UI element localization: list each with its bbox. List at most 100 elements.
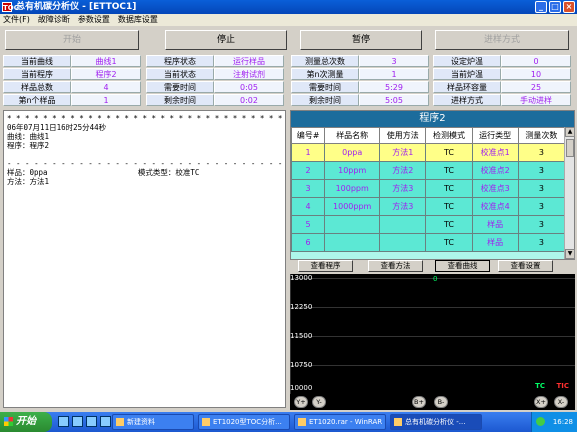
- status-value: 手动进样: [501, 94, 571, 106]
- menu-parameters[interactable]: 参数设置: [78, 14, 110, 26]
- table-row[interactable]: 5 TC 样品 3: [290, 215, 566, 234]
- scroll-down-icon[interactable]: ▼: [565, 249, 575, 259]
- y-zoom-in-button[interactable]: Y+: [294, 396, 308, 408]
- task-button[interactable]: ET1020型TOC分析...: [198, 414, 290, 430]
- view-settings-button[interactable]: 查看设置: [498, 260, 553, 272]
- grid-line: [290, 307, 575, 308]
- table-cell: [379, 233, 427, 252]
- status-value: 4: [71, 81, 141, 93]
- network-icon[interactable]: [536, 417, 545, 426]
- x-zoom-in-button[interactable]: X+: [534, 396, 548, 408]
- table-row[interactable]: 1 0ppa 方法1 TC 校准点1 3: [290, 143, 566, 162]
- title-bar[interactable]: TOC 总有机碳分析仪 - [ETTOC1] _ □ ×: [0, 0, 577, 14]
- table-row[interactable]: 2 10ppm 方法2 TC 校准点2 3: [290, 161, 566, 180]
- clock[interactable]: 16:28: [553, 418, 573, 426]
- table-scrollbar[interactable]: ▲ ▼: [564, 127, 575, 259]
- program-panel: 程序2 编号# 样品名称 使用方法 检测模式 运行类型 测量次数 1 0ppa 方法…: [290, 110, 575, 260]
- table-cell: 100ppm: [324, 179, 381, 198]
- desktop-icon[interactable]: [72, 416, 83, 427]
- report-panel[interactable]: * * * * * * * * * * * * * * * * * * * * …: [3, 110, 286, 408]
- status-column-2: 程序状态 运行样品 当前状态 注射试剂 需要时间 0:05 剩余时间 0:02: [146, 55, 286, 107]
- table-cell: 方法3: [379, 197, 427, 216]
- folder-icon: [116, 418, 124, 426]
- status-label: 当前程序: [3, 68, 71, 80]
- status-label: 进样方式: [433, 94, 501, 106]
- task-label: 新建资料: [127, 418, 155, 426]
- table-cell: 4: [290, 197, 326, 216]
- table-cell: [379, 215, 427, 234]
- table-cell: 3: [517, 143, 566, 162]
- y-tick-label: 10000: [290, 384, 313, 392]
- scroll-up-icon[interactable]: ▲: [565, 127, 575, 137]
- table-row[interactable]: 3 100ppm 方法3 TC 校准点3 3: [290, 179, 566, 198]
- zoom-controls: Y+ Y- B+ B- X+ X-: [290, 394, 575, 410]
- ie-icon[interactable]: [58, 416, 69, 427]
- view-method-button[interactable]: 查看方法: [368, 260, 423, 272]
- status-value: 运行样品: [214, 55, 284, 67]
- status-label: 样品总数: [3, 81, 71, 93]
- table-cell: 校准点2: [471, 161, 519, 180]
- toolbar: 开始 停止 暂停 进样方式: [0, 27, 577, 51]
- status-label: 剩余时间: [146, 94, 214, 106]
- report-stars: * * * * * * * * * * * * * * * * * * * * …: [7, 114, 283, 123]
- status-value: 0:05: [214, 81, 284, 93]
- table-cell: 3: [517, 233, 566, 252]
- x-zoom-out-button[interactable]: X-: [554, 396, 568, 408]
- minimize-button[interactable]: _: [535, 1, 547, 13]
- table-cell: 样品: [471, 233, 519, 252]
- view-curve-button[interactable]: 查看曲线: [435, 260, 490, 272]
- table-cell: 3: [517, 215, 566, 234]
- table-cell: 方法3: [379, 179, 427, 198]
- table-cell: 校准点3: [471, 179, 519, 198]
- grid-line: [290, 336, 575, 337]
- table-cell: 3: [517, 161, 566, 180]
- menu-file[interactable]: 文件(F): [3, 14, 30, 26]
- b-minus-button[interactable]: B-: [434, 396, 448, 408]
- table-cell: 方法2: [379, 161, 427, 180]
- task-button-active[interactable]: 总有机碳分析仪 -...: [390, 414, 482, 430]
- view-button-row: 查看程序 查看方法 查看曲线 查看设置: [290, 260, 575, 274]
- media-icon[interactable]: [86, 416, 97, 427]
- table-row[interactable]: 4 1000ppm 方法3 TC 校准点4 3: [290, 197, 566, 216]
- task-button[interactable]: ET1020.rar - WinRAR: [294, 414, 386, 430]
- view-program-button[interactable]: 查看程序: [298, 260, 353, 272]
- menu-database[interactable]: 数据库设置: [118, 14, 158, 26]
- table-row[interactable]: 6 TC 样品 3: [290, 233, 566, 252]
- table-cell: 1: [290, 143, 326, 162]
- menu-diagnostics[interactable]: 故障诊断: [38, 14, 70, 26]
- injection-mode-button[interactable]: 进样方式: [435, 30, 569, 50]
- status-label: 样品环容量: [433, 81, 501, 93]
- table-cell: 2: [290, 161, 326, 180]
- folder-icon[interactable]: [100, 416, 111, 427]
- y-zoom-out-button[interactable]: Y-: [312, 396, 326, 408]
- task-label: ET1020.rar - WinRAR: [309, 418, 383, 426]
- task-button[interactable]: 新建资料: [112, 414, 194, 430]
- column-header: 测量次数: [517, 127, 566, 144]
- status-label: 测量总次数: [291, 55, 359, 67]
- report-sample: 样品：0ppa 模式类型：校准TC: [7, 168, 200, 177]
- app-icon: TOC: [2, 2, 19, 12]
- report-curve: 曲线：曲线1: [7, 132, 50, 141]
- status-label: 需要时间: [146, 81, 214, 93]
- scroll-thumb[interactable]: [566, 139, 574, 157]
- pause-button[interactable]: 暂停: [300, 30, 422, 50]
- status-label: 第n次测量: [291, 68, 359, 80]
- table-cell: 3: [290, 179, 326, 198]
- status-column-1: 当前曲线 曲线1 当前程序 程序2 样品总数 4 第n个样品 1: [3, 55, 143, 107]
- document-icon: [202, 418, 210, 426]
- program-table: 编号# 样品名称 使用方法 检测模式 运行类型 测量次数 1 0ppa 方法1 TC 校…: [290, 127, 566, 252]
- close-button[interactable]: ×: [563, 1, 575, 13]
- table-cell: [324, 215, 381, 234]
- winrar-icon: [298, 418, 306, 426]
- status-value: 3: [359, 55, 429, 67]
- status-value: 1: [359, 68, 429, 80]
- maximize-button[interactable]: □: [549, 1, 561, 13]
- stop-button[interactable]: 停止: [165, 30, 287, 50]
- status-value: 0: [501, 55, 571, 67]
- report-date: 06年07月11日16时25分44秒: [7, 123, 107, 132]
- start-button[interactable]: 开始: [5, 30, 139, 50]
- b-plus-button[interactable]: B+: [412, 396, 426, 408]
- column-header: 检测模式: [425, 127, 473, 144]
- status-label: 当前曲线: [3, 55, 71, 67]
- start-button[interactable]: 开始: [0, 412, 52, 432]
